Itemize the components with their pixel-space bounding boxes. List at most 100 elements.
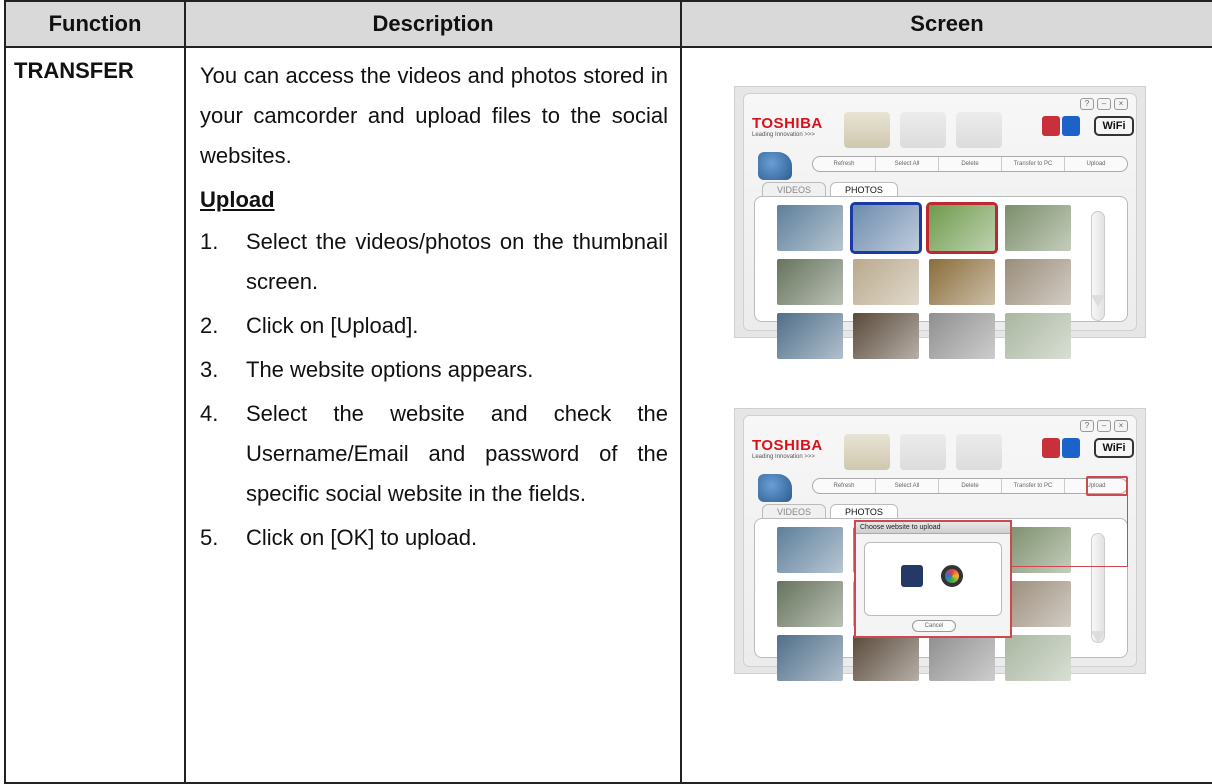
step-item: 4. Select the website and check the Usern… [200,394,668,514]
step-number: 1. [200,229,219,254]
photo-thumbnail [929,259,995,305]
step-item: 3. The website options appears. [200,350,668,390]
media-tabs: VIDEOS PHOTOS [762,182,898,197]
step-text: Click on [OK] to upload. [246,525,478,550]
step-text: Select the videos/photos on the thumbnai… [246,229,668,294]
step-text: Click on [Upload]. [246,313,419,338]
screen-cell: ? – × TOSHIBA Leading Innovation >>> WiF… [680,46,1212,784]
tab-videos: VIDEOS [762,182,827,197]
close-icon: × [1114,420,1128,432]
app-screenshot-thumbnails: ? – × TOSHIBA Leading Innovation >>> WiF… [734,86,1146,359]
photo-thumbnail [777,259,843,305]
mode-icons [844,112,1002,148]
photo-thumbnail [777,635,843,681]
photo-thumbnail [777,581,843,627]
header-function: Function [4,0,186,48]
scrollbar [1091,533,1105,643]
media-tabs: VIDEOS PHOTOS [762,504,898,519]
header-description: Description [184,0,682,48]
photo-thumbnail [929,313,995,359]
steps-list: 1. Select the videos/photos on the thumbn… [200,222,668,558]
step-number: 3. [200,357,219,382]
photo-thumbnail [777,527,843,573]
section-title: Upload [200,187,275,212]
step-number: 2. [200,313,219,338]
brand-tagline: Leading Innovation >>> [752,454,815,460]
function-cell: TRANSFER [4,46,186,784]
photo-thumbnail [926,202,998,254]
step-item: 1. Select the videos/photos on the thumbn… [200,222,668,302]
scroll-down-icon [1091,631,1105,643]
action-bar: Refresh Select All Delete Transfer to PC… [812,478,1128,494]
select-all-label: Select All [876,479,939,493]
transfer-icon [844,112,890,148]
action-bar: Refresh Select All Delete Transfer to PC… [812,156,1128,172]
photo-thumbnail [1005,313,1071,359]
brand-name: TOSHIBA [752,115,823,132]
photo-thumbnail [853,259,919,305]
social-site-icon [941,565,963,587]
transfer-to-pc-label: Transfer to PC [1002,479,1065,493]
callout-line [1012,566,1128,567]
brand-logo: TOSHIBA Leading Innovation >>> [752,116,823,139]
convert-icon [956,434,1002,470]
help-icon: ? [1080,420,1094,432]
brand-logo: TOSHIBA Leading Innovation >>> [752,438,823,461]
edit-icon [900,434,946,470]
camcorder-icon [758,152,792,180]
help-icon: ? [1080,98,1094,110]
app-window: ? – × TOSHIBA Leading Innovation >>> WiF… [743,93,1137,359]
step-number: 5. [200,525,219,550]
step-text: Select the website and check the Usernam… [246,401,668,506]
photo-thumbnail [1005,581,1071,627]
photo-thumbnail [853,635,919,681]
brand-tagline: Leading Innovation >>> [752,132,815,138]
transfer-to-pc-label: Transfer to PC [1002,157,1065,171]
step-text: The website options appears. [246,357,534,382]
table-row: TRANSFER You can access the videos and p… [4,46,1212,784]
edit-icon [900,112,946,148]
thumbnail-grid [777,202,1071,359]
tab-photos: PHOTOS [830,504,898,519]
window-controls: ? – × [1080,98,1128,110]
tab-videos: VIDEOS [762,504,827,519]
account-setup-icon [1042,438,1082,464]
thumbnail-panel [754,196,1128,359]
social-site-icon [901,565,923,587]
cancel-button: Cancel [912,620,956,632]
minimize-icon: – [1097,420,1111,432]
callout-line [1127,492,1128,567]
delete-label: Delete [939,157,1002,171]
window-controls: ? – × [1080,420,1128,432]
app-screenshot-upload-dialog: ? – × TOSHIBA Leading Innovation >>> WiF… [734,408,1146,681]
upload-highlight [1086,476,1128,496]
upload-label: Upload [1086,161,1106,167]
scroll-down-icon [1091,295,1105,307]
tab-photos: PHOTOS [830,182,898,197]
wifi-icon: WiFi [1094,116,1134,136]
convert-icon [956,112,1002,148]
delete-label: Delete [939,479,1002,493]
photo-thumbnail [1005,205,1071,251]
upload-dialog: Choose website to upload Cancel [854,520,1012,638]
photo-thumbnail [929,635,995,681]
header-screen: Screen [680,0,1212,48]
website-options [864,542,1002,616]
manual-table: Function Description Screen TRANSFER You… [4,0,1212,784]
select-all-label: Select All [876,157,939,171]
dialog-title: Choose website to upload [856,522,1010,534]
account-setup-icon [1042,116,1082,142]
intro-text: You can access the videos and photos sto… [200,63,668,168]
camcorder-icon [758,474,792,502]
step-item: 2. Click on [Upload]. [200,306,668,346]
wifi-icon: WiFi [1094,438,1134,458]
brand-name: TOSHIBA [752,437,823,454]
photo-thumbnail [1005,635,1071,681]
step-item: 5. Click on [OK] to upload. [200,518,668,558]
photo-thumbnail [853,313,919,359]
mode-icons [844,434,1002,470]
refresh-label: Refresh [813,157,876,171]
header-row: Function Description Screen [4,0,1212,48]
description-cell: You can access the videos and photos sto… [184,46,682,784]
close-icon: × [1114,98,1128,110]
